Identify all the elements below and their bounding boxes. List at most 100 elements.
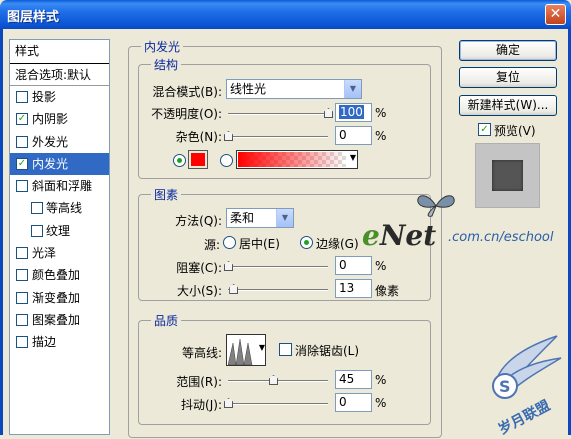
style-item-checkbox[interactable] [16, 269, 28, 282]
style-item-checkbox[interactable]: ✓ [16, 113, 28, 126]
elements-title: 图素 [151, 186, 182, 203]
title-bar: 图层样式 ✕ [0, 0, 571, 29]
jitter-input[interactable]: 0 [335, 393, 372, 412]
gradient-radio[interactable] [220, 154, 233, 167]
style-item-label: 纹理 [46, 223, 71, 238]
reset-button[interactable]: 复位 [459, 67, 557, 88]
window-frame-left [0, 29, 3, 435]
chevron-down-icon: ▼ [349, 153, 356, 162]
antialias-label[interactable]: 消除锯齿(L) [295, 342, 359, 359]
style-item-8[interactable]: 颜色叠加 [10, 264, 109, 286]
style-item-label: 光泽 [32, 246, 57, 261]
blend-mode-value: 线性光 [230, 82, 267, 96]
style-item-7[interactable]: 光泽 [10, 242, 109, 264]
choke-value: 0 [339, 258, 347, 272]
style-item-label: 颜色叠加 [32, 268, 81, 283]
noise-input[interactable]: 0 [335, 126, 372, 145]
style-item-10[interactable]: 图案叠加 [10, 309, 109, 331]
style-item-2[interactable]: 外发光 [10, 131, 109, 153]
chevron-down-icon: ▼ [344, 80, 361, 98]
choke-unit: % [375, 259, 387, 273]
style-item-label: 描边 [32, 335, 57, 350]
style-item-checkbox[interactable] [16, 313, 28, 326]
jitter-label: 抖动(J): [181, 398, 222, 412]
source-label: 源: [203, 238, 220, 252]
style-item-4[interactable]: 斜面和浮雕 [10, 175, 109, 197]
style-item-checkbox[interactable] [16, 180, 28, 193]
opacity-slider[interactable] [228, 108, 333, 118]
winged-logo-icon: S [492, 335, 562, 399]
noise-slider[interactable] [224, 131, 328, 141]
choke-slider[interactable] [224, 261, 328, 271]
source-center-radio[interactable] [223, 236, 236, 249]
antialias-checkbox[interactable] [279, 343, 292, 356]
choke-label: 阻塞(C): [176, 261, 222, 275]
source-edge-label[interactable]: 边缘(G) [316, 235, 359, 252]
style-list: 样式 混合选项:默认 投影 ✓ 内阴影外发光 ✓ 内发光 斜面和浮雕 等高线纹理光泽颜色叠加… [9, 39, 110, 435]
style-item-6[interactable]: 纹理 [10, 220, 109, 242]
method-select[interactable]: 柔和 ▼ [226, 208, 294, 228]
preview-square [492, 160, 523, 191]
style-item-checkbox[interactable] [16, 135, 28, 148]
blend-options-item[interactable]: 混合选项:默认 [10, 64, 109, 86]
opacity-value: 100 [339, 105, 364, 119]
style-item-label: 渐变叠加 [32, 290, 81, 305]
window-title: 图层样式 [7, 10, 60, 25]
enet-watermark-e: e [362, 219, 380, 252]
svg-text:S: S [499, 377, 511, 396]
style-list-header[interactable]: 样式 [10, 40, 109, 64]
new-style-button[interactable]: 新建样式(W)... [459, 95, 557, 116]
ok-button[interactable]: 确定 [459, 40, 557, 61]
style-item-checkbox[interactable] [16, 291, 28, 304]
style-item-label: 外发光 [32, 134, 69, 149]
size-slider[interactable] [228, 284, 328, 294]
contour-label: 等高线: [181, 346, 222, 360]
range-label: 范围(R): [176, 375, 222, 389]
contour-curve-icon [228, 338, 253, 365]
style-item-checkbox[interactable] [16, 336, 28, 349]
style-item-11[interactable]: 描边 [10, 331, 109, 353]
size-value: 13 [339, 281, 355, 295]
range-input[interactable]: 45 [335, 370, 372, 389]
source-center-label[interactable]: 居中(E) [239, 235, 280, 252]
opacity-input[interactable]: 100 [335, 103, 372, 122]
glow-gradient-fill [238, 152, 346, 167]
opacity-label: 不透明度(O): [151, 107, 222, 121]
jitter-slider[interactable] [224, 398, 328, 408]
size-unit: 像素 [375, 284, 400, 298]
blend-mode-select[interactable]: 线性光 ▼ [226, 79, 362, 99]
noise-value: 0 [339, 128, 347, 142]
jitter-value: 0 [339, 395, 347, 409]
style-item-checkbox[interactable] [16, 91, 28, 103]
preview-label[interactable]: 预览(V) [494, 122, 536, 139]
contour-picker[interactable]: ▼ [226, 334, 266, 366]
close-icon: ✕ [549, 6, 562, 22]
style-item-checkbox[interactable] [16, 247, 28, 260]
glow-gradient-picker[interactable]: ▼ [236, 150, 358, 169]
structure-title: 结构 [151, 56, 182, 73]
size-input[interactable]: 13 [335, 279, 372, 298]
choke-input[interactable]: 0 [335, 256, 372, 275]
style-item-checkbox[interactable] [31, 224, 43, 237]
chevron-down-icon: ▼ [258, 343, 265, 352]
style-item-checkbox[interactable] [31, 202, 43, 215]
style-item-0[interactable]: 投影 [10, 86, 109, 108]
glow-color-swatch[interactable] [188, 150, 208, 169]
range-slider[interactable] [228, 375, 328, 385]
butterfly-icon [417, 195, 455, 217]
style-item-1[interactable]: ✓ 内阴影 [10, 108, 109, 130]
style-item-5[interactable]: 等高线 [10, 197, 109, 219]
enet-watermark-rest: Net [379, 219, 437, 252]
source-edge-radio[interactable] [300, 236, 313, 249]
style-item-checkbox[interactable]: ✓ [16, 157, 28, 170]
style-items: 投影 ✓ 内阴影外发光 ✓ 内发光 斜面和浮雕 等高线纹理光泽颜色叠加渐变叠加图案叠加描边 [10, 86, 109, 354]
noise-unit: % [375, 129, 387, 143]
solid-color-radio[interactable] [173, 154, 186, 167]
style-item-9[interactable]: 渐变叠加 [10, 287, 109, 309]
style-item-label: 内阴影 [32, 112, 69, 127]
opacity-unit: % [375, 106, 387, 120]
style-item-3[interactable]: ✓ 内发光 [10, 152, 109, 176]
glow-color-fill [191, 153, 205, 166]
close-button[interactable]: ✕ [545, 4, 566, 25]
preview-checkbox[interactable]: ✓ [478, 123, 491, 136]
